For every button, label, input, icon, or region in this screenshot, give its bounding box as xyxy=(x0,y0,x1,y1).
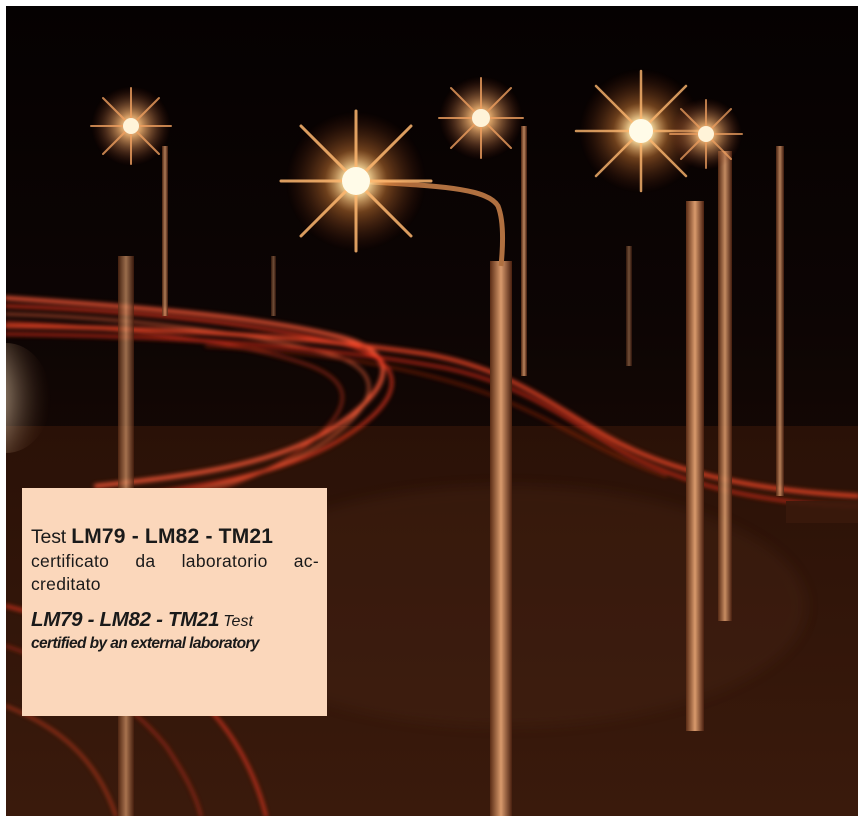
certification-caption: Test LM79 - LM82 - TM21 certificato da l… xyxy=(22,488,327,716)
photo-frame: Test LM79 - LM82 - TM21 certificato da l… xyxy=(6,6,858,816)
english-heading: LM79 - LM82 - TM21 Test xyxy=(31,607,319,634)
english-text: LM79 - LM82 - TM21 Test certified by an e… xyxy=(31,607,319,654)
english-description: certified by an external laboratory xyxy=(31,635,260,652)
standards-codes-en: LM79 - LM82 - TM21 xyxy=(31,608,220,631)
test-word-it: Test xyxy=(31,526,66,548)
italian-description: certificato da laboratorio ac-creditato xyxy=(31,551,319,594)
italian-heading: Test LM79 - LM82 - TM21 xyxy=(31,525,319,549)
standards-codes-it: LM79 - LM82 - TM21 xyxy=(71,525,274,548)
test-word-en: Test xyxy=(223,613,253,630)
